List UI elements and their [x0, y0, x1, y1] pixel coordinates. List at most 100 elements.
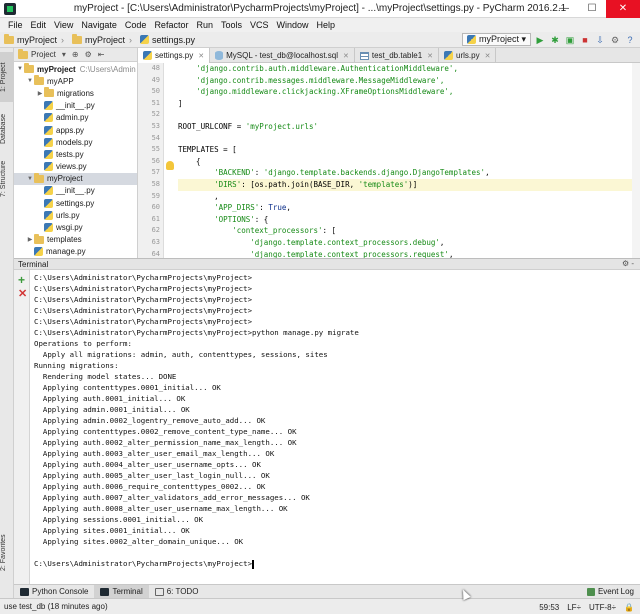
terminal-line: Applying auth.0005_alter_user_last_login…	[34, 470, 640, 481]
tree-node[interactable]: ▼ myProject	[14, 172, 137, 185]
tree-node[interactable]: ▶ templates	[14, 233, 137, 246]
tree-node[interactable]: ▼ myAPP	[14, 75, 137, 87]
menu-vcs[interactable]: VCS	[246, 18, 273, 32]
tree-node[interactable]: admin.py	[14, 112, 137, 124]
terminal-line: Applying auth.0002_alter_permission_name…	[34, 437, 640, 448]
settings-icon[interactable]: ⚙	[609, 34, 621, 46]
line-separator-select[interactable]: LF÷	[567, 603, 581, 612]
help-icon[interactable]: ?	[624, 34, 636, 46]
menu-file[interactable]: File	[4, 18, 27, 32]
breadcrumb-package[interactable]: myProject ›	[72, 33, 132, 45]
tree-node[interactable]: wsgi.py	[14, 221, 137, 233]
expanded-arrow-icon[interactable]: ▼	[16, 66, 24, 72]
panel-settings-icon[interactable]: ⚙	[85, 50, 92, 59]
tree-node[interactable]: views.py	[14, 161, 137, 173]
menu-window[interactable]: Window	[273, 18, 313, 32]
database-tool-tab[interactable]: Database	[0, 106, 14, 152]
status-message: use test_db (18 minutes ago)	[4, 602, 108, 611]
project-tool-tab[interactable]: 1: Project	[0, 52, 14, 102]
tree-node-label: myAPP	[47, 76, 74, 86]
expanded-arrow-icon[interactable]: ▼	[26, 78, 34, 84]
python-file-icon	[140, 35, 150, 44]
menu-navigate[interactable]: Navigate	[77, 18, 121, 32]
debug-icon[interactable]: ✱	[549, 34, 561, 46]
code-token: 'django.template.backends.django.DjangoT…	[263, 168, 486, 178]
tree-node-label: apps.py	[56, 125, 85, 135]
code-token: ,	[448, 249, 454, 259]
close-tab-icon[interactable]: ✕	[485, 52, 491, 60]
close-window-button[interactable]: ✕	[606, 0, 640, 18]
menu-edit[interactable]: Edit	[27, 18, 51, 32]
event-log-button[interactable]: Event Log	[586, 585, 634, 598]
close-tab-icon[interactable]: ✕	[343, 52, 349, 60]
new-session-icon[interactable]: +	[18, 273, 25, 287]
run-icon[interactable]: ▶	[534, 34, 546, 46]
close-session-icon[interactable]: ✕	[18, 287, 27, 300]
terminal-tab[interactable]: Terminal	[94, 585, 149, 598]
menu-view[interactable]: View	[50, 18, 77, 32]
encoding-select[interactable]: UTF-8÷	[589, 603, 616, 612]
line-number: 63	[151, 237, 160, 246]
menu-run[interactable]: Run	[192, 18, 217, 32]
tree-node[interactable]: urls.py	[14, 209, 137, 221]
menu-code[interactable]: Code	[121, 18, 151, 32]
tree-node[interactable]: manage.py	[14, 246, 137, 258]
stop-icon[interactable]: ■	[579, 34, 591, 46]
close-tab-icon[interactable]: ✕	[198, 52, 204, 60]
view-mode-dropdown-icon[interactable]: ▾	[62, 50, 66, 59]
maximize-button[interactable]: ☐	[578, 0, 606, 18]
python-file-icon	[44, 149, 53, 159]
coverage-icon[interactable]: ▣	[564, 34, 576, 46]
minimize-button[interactable]: —	[550, 0, 578, 18]
editor-tab[interactable]: urls.py ✕	[439, 48, 497, 63]
tree-node[interactable]: __init__.py	[14, 185, 137, 197]
terminal-line: C:\Users\Administrator\PycharmProjects\m…	[34, 283, 640, 294]
tree-node[interactable]: tests.py	[14, 148, 137, 160]
code-editor[interactable]: 'django.contrib.auth.middleware.Authenti…	[178, 63, 640, 258]
editor-tab[interactable]: MySQL - test_db@localhost.sql ✕	[210, 48, 355, 63]
todo-tab[interactable]: 6: TODO	[149, 585, 205, 598]
terminal-icon	[100, 587, 110, 596]
python-file-icon	[466, 35, 476, 44]
terminal-line-text: Operations to perform:	[34, 339, 132, 348]
python-file-icon	[44, 186, 53, 196]
expanded-arrow-icon[interactable]: ▼	[26, 176, 34, 182]
structure-tool-tab[interactable]: 7: Structure	[0, 154, 14, 204]
code-token: ,	[485, 168, 490, 178]
editor-tab[interactable]: settings.py ✕	[138, 48, 211, 63]
tree-node[interactable]: settings.py	[14, 197, 137, 209]
line-number: 49	[151, 75, 160, 84]
tree-node[interactable]: models.py	[14, 136, 137, 148]
python-console-tab[interactable]: Python Console	[14, 585, 94, 598]
vcs-update-icon[interactable]: ⇩	[594, 34, 606, 46]
close-tab-icon[interactable]: ✕	[427, 52, 433, 60]
lock-icon[interactable]: 🔒	[624, 603, 634, 612]
collapsed-arrow-icon[interactable]: ▶	[26, 236, 34, 243]
terminal-output[interactable]: C:\Users\Administrator\PycharmProjects\m…	[30, 270, 640, 584]
editor-tab[interactable]: test_db.table1 ✕	[355, 48, 440, 63]
intention-bulb-icon[interactable]	[166, 161, 174, 170]
tree-node[interactable]: apps.py	[14, 124, 137, 136]
tree-node[interactable]: ▼ myProject C:\Users\Admin	[14, 63, 137, 75]
python-file-icon	[44, 210, 53, 220]
code-token: )]	[408, 179, 418, 189]
menu-help[interactable]: Help	[313, 18, 340, 32]
hide-panel-icon[interactable]: ⇤	[98, 50, 105, 59]
sync-icon[interactable]: ⊕	[72, 50, 79, 59]
python-file-icon	[34, 247, 43, 257]
breadcrumb-root[interactable]: myProject ›	[4, 33, 64, 45]
menu-tools[interactable]: Tools	[217, 18, 246, 32]
run-configuration-select[interactable]: myProject ▾	[461, 33, 531, 46]
tree-node[interactable]: __init__.py	[14, 100, 137, 112]
favorites-tool-tab[interactable]: 2: Favorites	[0, 528, 14, 578]
tree-node[interactable]: ▶ migrations	[14, 87, 137, 99]
collapsed-arrow-icon[interactable]: ▶	[36, 90, 44, 97]
editor-scrollbar[interactable]	[632, 63, 640, 258]
breadcrumb-file[interactable]: settings.py	[140, 35, 195, 45]
caret-position[interactable]: 59:53	[539, 603, 559, 612]
terminal-header-icons[interactable]: ⚙ -	[622, 259, 634, 268]
line-number: 59	[151, 191, 160, 200]
menu-refactor[interactable]: Refactor	[150, 18, 192, 32]
